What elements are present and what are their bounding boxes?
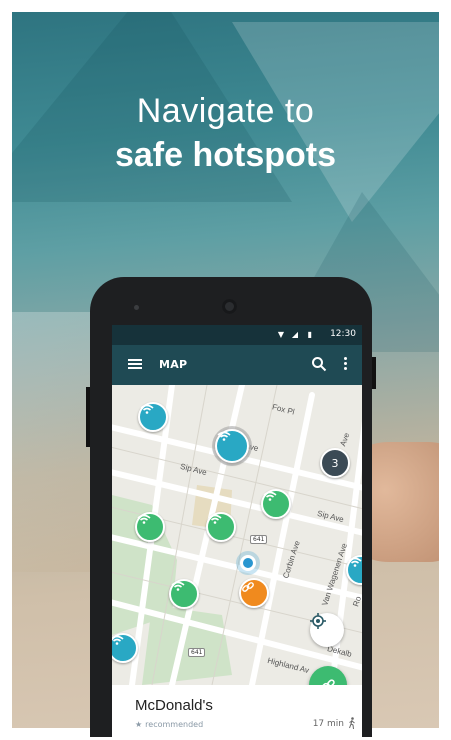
app-bar: MAP [112,345,362,385]
wifi-icon [348,557,362,567]
place-name: McDonald's [135,697,213,714]
status-time: 12:30 [330,329,356,339]
headline-line-2: safe hotspots [114,136,337,174]
wifi-hotspot-pin[interactable] [138,402,168,432]
wifi-icon [112,635,124,645]
battery-icon: ▮ [307,330,312,339]
place-card[interactable]: McDonald's ★ recommended 17 min [112,685,362,740]
route-shield: 641 [250,535,268,544]
eta-text: 17 min [312,719,344,729]
my-location-button[interactable] [310,613,344,647]
walking-icon [349,717,355,729]
wifi-icon [263,491,277,501]
menu-icon[interactable] [128,359,142,369]
wifi-icon [140,404,154,414]
phone-screen: ▼ ◢ ▮ 12:30 MAP Fox Pl Sip Ave Sip Ave A… [112,325,362,740]
more-vert-icon[interactable] [344,357,348,373]
wifi-hotspot-pin[interactable] [169,579,199,609]
wifi-hotspot-pin[interactable] [135,512,165,542]
wifi-icon [217,431,231,441]
wifi-hotspot-pin[interactable] [261,489,291,519]
star-icon: ★ [135,720,143,729]
search-icon[interactable] [311,356,327,372]
recommended-label: ★ recommended [135,720,203,729]
current-location-dot [240,555,256,571]
wifi-hotspot-pin-selected[interactable] [215,429,249,463]
phone-camera [222,299,237,314]
recommended-text: recommended [145,720,204,729]
link-hotspot-pin[interactable] [239,578,269,608]
wifi-icon [137,514,151,524]
gps-icon [310,613,326,629]
hotspot-cluster[interactable]: 3 [320,448,350,478]
route-shield: 641 [188,648,206,657]
map-view[interactable]: Fox Pl Sip Ave Sip Ave ...n Ave Ave Corb… [112,385,362,685]
wifi-hotspot-pin[interactable] [206,512,236,542]
app-bar-title: MAP [159,358,188,371]
wifi-signal-icon: ▼ [277,330,284,339]
cell-signal-icon: ◢ [291,330,298,339]
wifi-icon [171,581,185,591]
phone-side-button [372,357,376,389]
link-icon [242,582,254,592]
status-bar: ▼ ◢ ▮ 12:30 [112,325,362,345]
wifi-icon [208,514,222,524]
phone-side-button [86,387,90,447]
headline-line-1: Navigate to [136,92,315,130]
phone-sensor [134,305,139,310]
